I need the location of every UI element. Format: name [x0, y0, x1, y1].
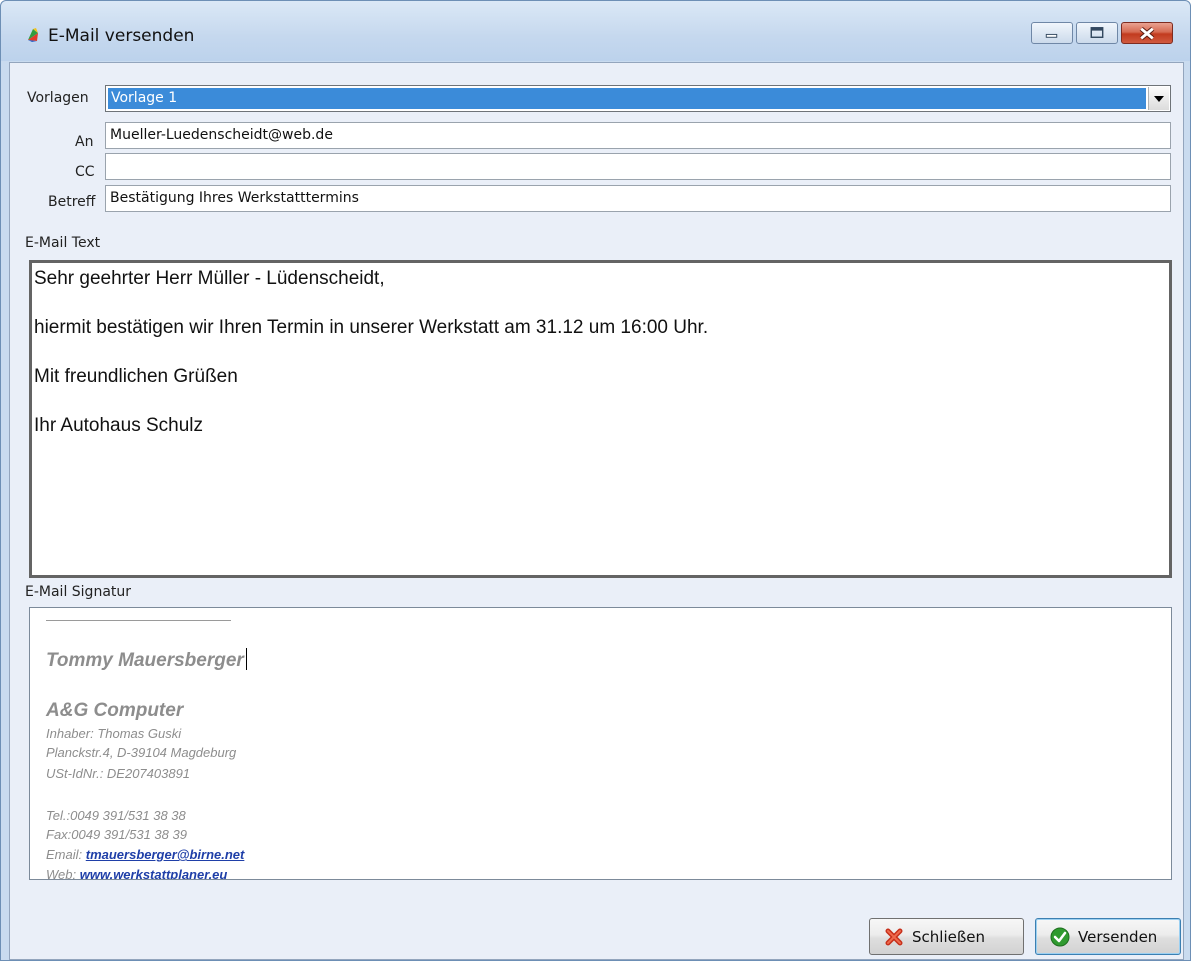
maximize-icon	[1090, 27, 1104, 38]
signature-web-row: Web: www.werkstattplaner.eu	[46, 867, 228, 880]
dialog-client-area: Vorlagen Vorlage 1 An Mueller-Luedensche…	[9, 62, 1184, 960]
signature-label: E-Mail Signatur	[25, 584, 132, 600]
red-x-icon	[885, 928, 903, 945]
app-logo-icon	[28, 28, 38, 42]
template-label: Vorlagen	[27, 90, 89, 106]
body-line: Ihr Autohaus Schulz	[34, 415, 203, 436]
send-button-label: Versenden	[1078, 927, 1158, 946]
to-label: An	[75, 134, 94, 150]
minimize-icon	[1045, 33, 1058, 38]
green-check-icon	[1050, 927, 1070, 946]
signature-name: Tommy Mauersberger	[46, 648, 247, 672]
email-signature-editor[interactable]: Tommy Mauersberger A&G Computer Inhaber:…	[29, 607, 1172, 880]
cc-label: CC	[75, 164, 95, 180]
signature-address: Planckstr.4, D-39104 Magdeburg	[46, 745, 237, 760]
to-field[interactable]: Mueller-Luedenscheidt@web.de	[105, 122, 1171, 149]
maximize-button[interactable]	[1076, 22, 1118, 44]
signature-web-label: Web:	[46, 867, 77, 880]
chevron-down-icon	[1154, 95, 1164, 102]
subject-field[interactable]: Bestätigung Ihres Werkstatttermins	[105, 185, 1171, 212]
body-line: Sehr geehrter Herr Müller - Lüdenscheidt…	[34, 268, 385, 289]
close-window-button[interactable]	[1121, 22, 1173, 44]
title-bar[interactable]: E-Mail versenden	[1, 1, 1190, 61]
signature-vat: USt-IdNr.: DE207403891	[46, 766, 191, 781]
minimize-button[interactable]	[1031, 22, 1073, 44]
signature-web-link[interactable]: www.werkstattplaner.eu	[80, 867, 228, 879]
template-dropdown-button[interactable]	[1148, 87, 1169, 110]
email-dialog-window: E-Mail versenden Vorlagen Vorlage 1 An M…	[0, 0, 1191, 961]
signature-company: A&G Computer	[46, 700, 184, 721]
signature-divider	[46, 620, 231, 621]
body-line: hiermit bestätigen wir Ihren Termin in u…	[34, 317, 709, 338]
close-icon	[1139, 26, 1155, 41]
signature-email-label: Email:	[46, 847, 83, 862]
window-title: E-Mail versenden	[48, 26, 195, 46]
close-button-label: Schließen	[912, 927, 986, 946]
subject-label: Betreff	[48, 194, 96, 210]
email-body-textarea[interactable]: Sehr geehrter Herr Müller - Lüdenscheidt…	[29, 260, 1172, 578]
window-controls	[1031, 22, 1173, 44]
template-select[interactable]: Vorlage 1	[105, 85, 1171, 112]
signature-fax: Fax:0049 391/531 38 39	[46, 827, 187, 842]
close-button[interactable]: Schließen	[869, 918, 1024, 955]
signature-email-row: Email: tmauersberger@birne.net	[46, 847, 244, 862]
signature-owner: Inhaber: Thomas Guski	[46, 726, 182, 741]
text-caret	[245, 648, 247, 670]
send-button[interactable]: Versenden	[1035, 918, 1181, 955]
cc-field[interactable]	[105, 153, 1171, 180]
body-label: E-Mail Text	[25, 235, 101, 251]
template-select-value: Vorlage 1	[108, 88, 1146, 109]
signature-tel: Tel.:0049 391/531 38 38	[46, 808, 186, 823]
body-line: Mit freundlichen Grüßen	[34, 366, 238, 387]
signature-email-link[interactable]: tmauersberger@birne.net	[86, 847, 245, 862]
